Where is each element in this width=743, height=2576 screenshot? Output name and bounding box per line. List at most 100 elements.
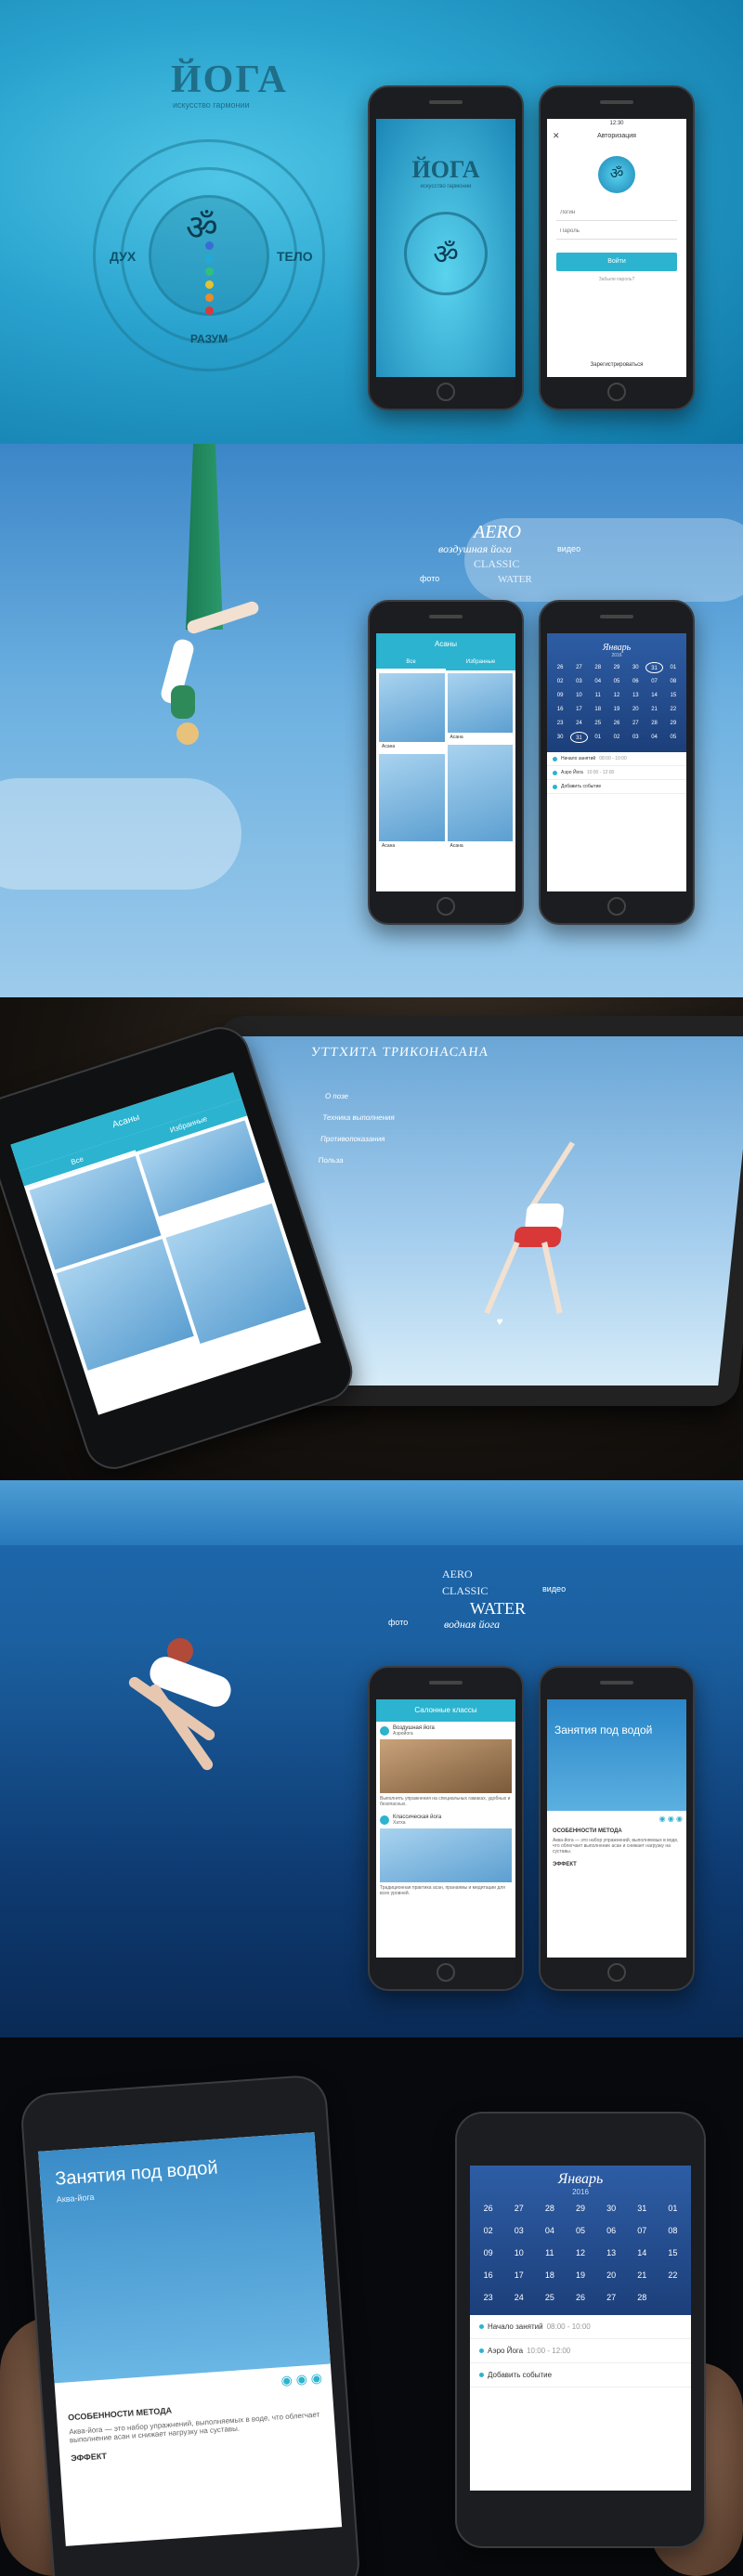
asana-photo[interactable] <box>447 673 513 733</box>
calendar-day[interactable]: 13 <box>598 2244 625 2261</box>
calendar-day[interactable]: 10 <box>505 2244 532 2261</box>
calendar-day[interactable]: 15 <box>665 690 682 701</box>
calendar-day[interactable]: 01 <box>590 732 606 743</box>
tab-favorites[interactable]: Избранные <box>446 656 515 670</box>
calendar-day[interactable]: 18 <box>536 2267 563 2283</box>
calendar-day[interactable]: 04 <box>536 2222 563 2239</box>
close-icon[interactable]: ✕ <box>553 131 560 141</box>
menu-classic[interactable]: CLASSIC <box>442 1584 488 1598</box>
menu-photo[interactable]: фото <box>388 1618 408 1627</box>
calendar-day[interactable]: 02 <box>552 676 568 687</box>
calendar-day[interactable]: 19 <box>567 2267 593 2283</box>
class-item[interactable]: Воздушная йога Аэройога Выполнять упражн… <box>376 1722 515 1811</box>
calendar-day[interactable]: 25 <box>590 718 606 729</box>
calendar-day[interactable]: 27 <box>598 2289 625 2306</box>
password-input[interactable] <box>556 223 677 240</box>
tablet-menu-item[interactable]: Польза <box>318 1156 390 1164</box>
calendar-day[interactable]: 25 <box>536 2289 563 2306</box>
calendar-day[interactable]: 12 <box>608 690 625 701</box>
calendar-day[interactable]: 24 <box>505 2289 532 2306</box>
calendar-day[interactable]: 05 <box>608 676 625 687</box>
calendar-day[interactable]: 21 <box>645 704 662 715</box>
calendar-day[interactable]: 11 <box>590 690 606 701</box>
calendar-day[interactable]: 30 <box>552 732 568 743</box>
menu-video[interactable]: видео <box>557 544 580 553</box>
calendar-day[interactable]: 08 <box>665 676 682 687</box>
heart-icon[interactable]: ♥ <box>496 1315 504 1328</box>
calendar-day[interactable]: 05 <box>665 732 682 743</box>
calendar-day[interactable]: 09 <box>552 690 568 701</box>
calendar-day[interactable]: 21 <box>629 2267 656 2283</box>
calendar-day[interactable]: 01 <box>659 2200 686 2217</box>
menu-classic[interactable]: CLASSIC <box>474 557 519 571</box>
event-item[interactable]: Начало занятий 08:00 - 10:00 <box>547 752 686 766</box>
calendar-day[interactable]: 23 <box>475 2289 502 2306</box>
forgot-password-link[interactable]: Забыли пароль? <box>547 277 686 282</box>
calendar-day[interactable]: 01 <box>665 662 682 673</box>
menu-aero[interactable]: AERO <box>442 1568 473 1581</box>
calendar-day[interactable]: 30 <box>627 662 644 673</box>
event-item[interactable]: Добавить событие <box>470 2363 691 2387</box>
calendar-day[interactable]: 14 <box>629 2244 656 2261</box>
calendar-day[interactable]: 26 <box>475 2200 502 2217</box>
menu-water[interactable]: WATER <box>470 1599 526 1619</box>
asana-photo[interactable] <box>379 673 445 742</box>
calendar-day[interactable]: 31 <box>570 732 588 743</box>
tablet-menu-item[interactable]: О позе <box>325 1092 398 1100</box>
calendar-day[interactable]: 15 <box>659 2244 686 2261</box>
calendar-day[interactable]: 26 <box>608 718 625 729</box>
calendar-day[interactable]: 12 <box>567 2244 593 2261</box>
calendar-day[interactable]: 19 <box>608 704 625 715</box>
calendar-day[interactable]: 10 <box>570 690 587 701</box>
calendar-day[interactable]: 07 <box>645 676 662 687</box>
calendar-day[interactable]: 22 <box>665 704 682 715</box>
calendar-day[interactable]: 31 <box>629 2200 656 2217</box>
calendar-day[interactable]: 04 <box>590 676 606 687</box>
register-link[interactable]: Зарегистрироваться <box>547 362 686 368</box>
login-button[interactable]: Войти <box>556 253 677 271</box>
calendar-day[interactable]: 06 <box>627 676 644 687</box>
tablet-menu-item[interactable]: Техника выполнения <box>322 1113 395 1122</box>
calendar-day[interactable]: 09 <box>475 2244 502 2261</box>
asana-photo[interactable] <box>379 754 445 841</box>
calendar-day[interactable]: 29 <box>665 718 682 729</box>
calendar-day[interactable]: 17 <box>570 704 587 715</box>
calendar-day[interactable]: 27 <box>570 662 587 673</box>
calendar-day[interactable]: 30 <box>598 2200 625 2217</box>
calendar-day[interactable]: 22 <box>659 2267 686 2283</box>
calendar-day[interactable]: 03 <box>505 2222 532 2239</box>
class-item[interactable]: Классическая йога Хатха Традиционная пра… <box>376 1811 515 1900</box>
calendar-day[interactable]: 02 <box>475 2222 502 2239</box>
calendar-day[interactable]: 04 <box>645 732 662 743</box>
calendar-day[interactable]: 20 <box>598 2267 625 2283</box>
event-item[interactable]: Начало занятий 08:00 - 10:00 <box>470 2315 691 2339</box>
calendar-day[interactable]: 31 <box>645 662 663 673</box>
event-item[interactable]: Добавить событие <box>547 780 686 794</box>
calendar-day[interactable]: 27 <box>505 2200 532 2217</box>
calendar-day[interactable]: 16 <box>552 704 568 715</box>
calendar-day[interactable]: 17 <box>505 2267 532 2283</box>
calendar-day[interactable]: 08 <box>659 2222 686 2239</box>
calendar-day[interactable]: 20 <box>627 704 644 715</box>
calendar-day[interactable]: 28 <box>590 662 606 673</box>
calendar-day[interactable]: 02 <box>608 732 625 743</box>
calendar-day[interactable]: 03 <box>570 676 587 687</box>
tab-all[interactable]: Все <box>376 656 446 670</box>
calendar-day[interactable]: 29 <box>608 662 625 673</box>
calendar-day[interactable]: 03 <box>627 732 644 743</box>
menu-water[interactable]: WATER <box>498 574 532 585</box>
calendar-day[interactable]: 14 <box>645 690 662 701</box>
menu-video[interactable]: видео <box>542 1584 566 1594</box>
calendar-day[interactable]: 06 <box>598 2222 625 2239</box>
menu-aero[interactable]: AERO <box>474 522 521 543</box>
calendar-day[interactable]: 23 <box>552 718 568 729</box>
calendar-day[interactable]: 26 <box>567 2289 593 2306</box>
calendar-day[interactable]: 05 <box>567 2222 593 2239</box>
event-item[interactable]: Аэро Йога 10:00 - 12:00 <box>547 766 686 780</box>
calendar-day[interactable]: 16 <box>475 2267 502 2283</box>
calendar-day[interactable]: 28 <box>645 718 662 729</box>
calendar-day[interactable]: 28 <box>536 2200 563 2217</box>
asana-photo[interactable] <box>447 745 513 841</box>
calendar-day[interactable]: 07 <box>629 2222 656 2239</box>
event-item[interactable]: Аэро Йога 10:00 - 12:00 <box>470 2339 691 2363</box>
